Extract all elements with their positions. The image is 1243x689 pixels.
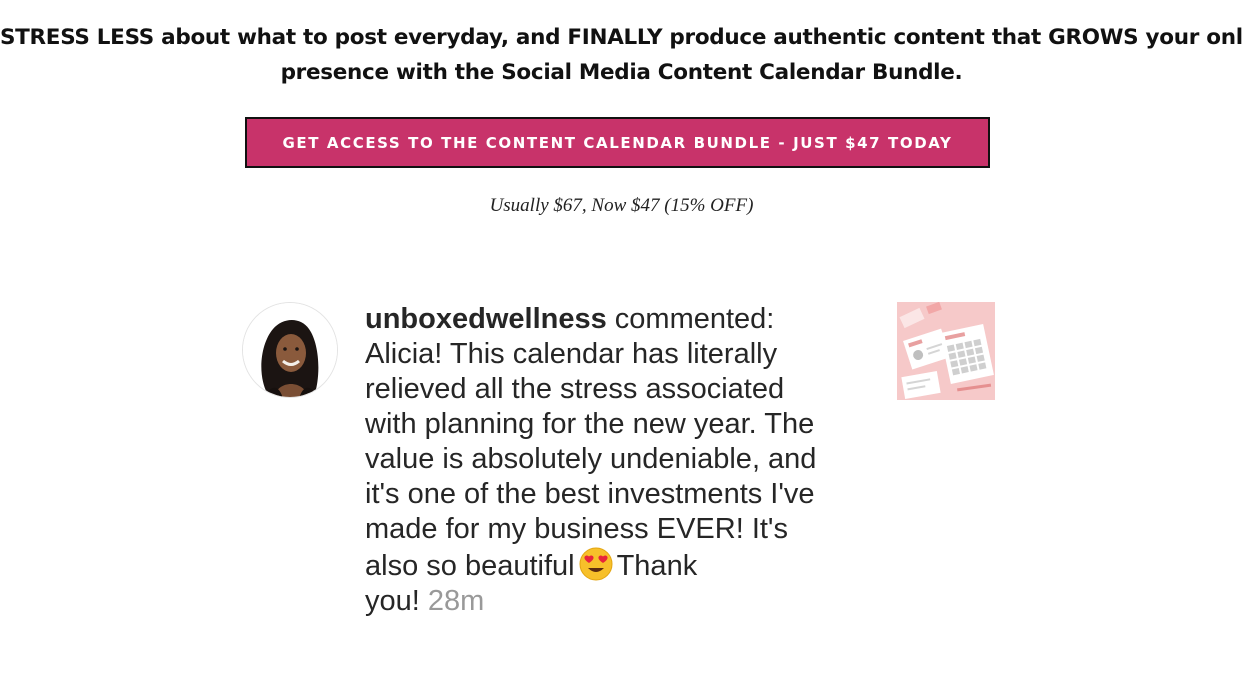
comment-username[interactable]: unboxedwellness	[365, 303, 607, 335]
headline-line-2: presence with the Social Media Content C…	[280, 60, 963, 85]
headline: STRESS LESS about what to post everyday,…	[0, 20, 1243, 90]
comment-line-8: you! 28m	[365, 584, 885, 619]
comment-line-7-end: Thank	[616, 550, 698, 582]
comment-line-6: made for my business EVER! It's	[365, 513, 788, 545]
comment-action: commented:	[606, 303, 775, 335]
avatar	[242, 302, 338, 398]
calendar-product-thumbnail	[897, 302, 995, 400]
sales-page: STRESS LESS about what to post everyday,…	[0, 0, 1243, 689]
comment-body: unboxedwellness commented: Alicia! This …	[365, 302, 885, 619]
comment-line-7: also so beautiful Thank	[365, 547, 885, 584]
comment-line-7-text: also so beautiful	[365, 550, 575, 582]
testimonial-comment: unboxedwellness commented: Alicia! This …	[242, 302, 1002, 632]
comment-line-5: it's one of the best investments I've	[365, 478, 815, 510]
comment-timestamp: 28m	[427, 585, 485, 617]
post-thumbnail[interactable]	[897, 302, 995, 400]
comment-line-4: value is absolutely undeniable, and	[365, 443, 817, 475]
comment-line-8-text: you!	[365, 585, 420, 617]
comment-header: unboxedwellness commented:	[365, 302, 885, 337]
price-note: Usually $67, Now $47 (15% OFF)	[489, 195, 754, 216]
comment-line-1: Alicia! This calendar has literally	[365, 338, 778, 370]
comment-line-3: with planning for the new year. The	[365, 408, 815, 440]
comment-line-2: relieved all the stress associated	[365, 373, 785, 405]
headline-line-1: STRESS LESS about what to post everyday,…	[0, 25, 1243, 50]
get-access-button-label: GET ACCESS TO THE CONTENT CALENDAR BUNDL…	[282, 133, 953, 152]
heart-eyes-emoji-icon	[579, 547, 613, 581]
avatar-photo	[243, 303, 337, 397]
get-access-button[interactable]: GET ACCESS TO THE CONTENT CALENDAR BUNDL…	[245, 117, 990, 168]
